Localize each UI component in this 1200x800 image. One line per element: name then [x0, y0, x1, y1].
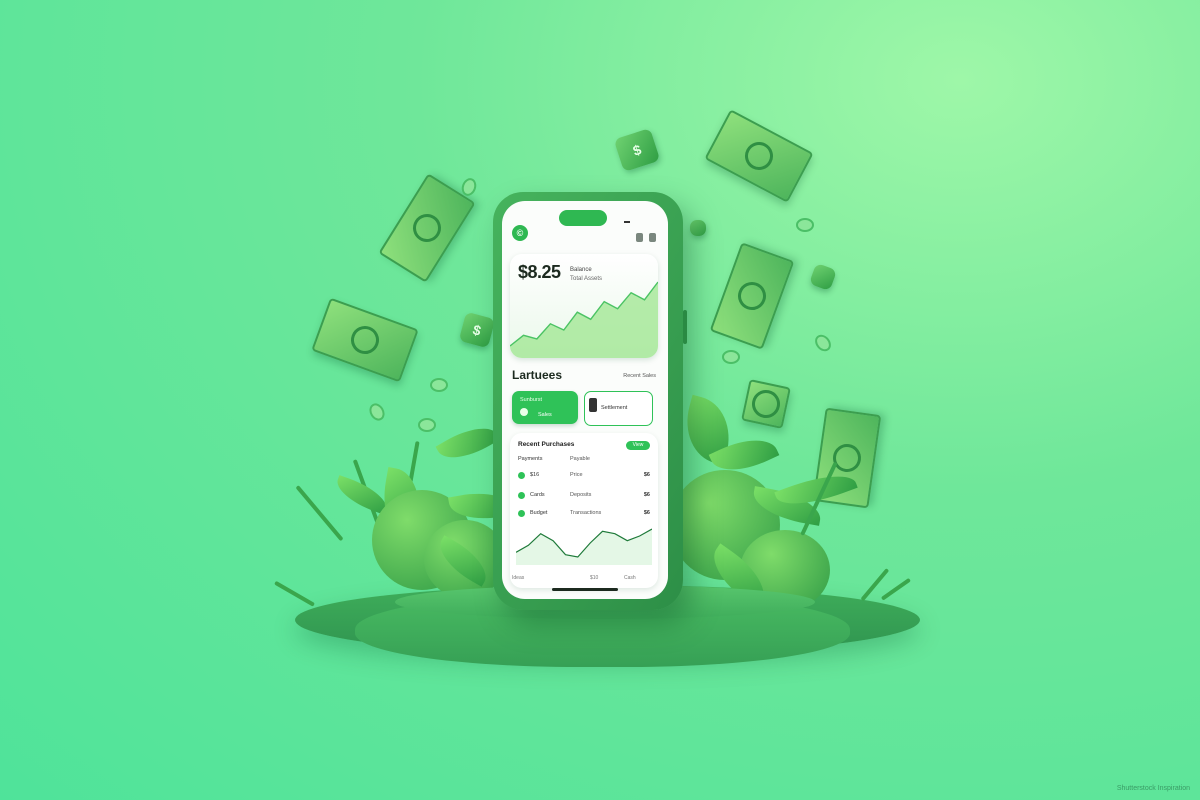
row-detail: Deposits	[570, 492, 592, 498]
coin-chip-icon	[418, 418, 436, 432]
coin-icon	[690, 220, 706, 236]
home-indicator[interactable]	[552, 588, 618, 591]
footer-right: Cash	[624, 575, 636, 581]
battery-icon	[649, 233, 656, 242]
banknote-icon	[709, 242, 795, 350]
coin-chip-icon	[366, 400, 388, 424]
leaf-icon	[520, 408, 528, 416]
notification-icon[interactable]	[636, 233, 643, 242]
status-dot-icon	[518, 472, 525, 479]
coin-icon	[808, 262, 838, 292]
section-title: Lartuees	[512, 368, 563, 382]
balance-caption: Balance	[570, 267, 592, 273]
list-item[interactable]: Budget Transactions $6	[518, 509, 650, 521]
row-detail: Transactions	[570, 510, 602, 516]
scene: $ $ © $8.25 Balance Total Assets Lartuee…	[0, 0, 1200, 800]
banknote-icon	[741, 379, 791, 429]
row-amount: $6	[643, 510, 650, 516]
list-item[interactable]: $16 Price $6	[518, 471, 650, 483]
status-dot-icon	[518, 492, 525, 499]
coin-icon: $	[458, 311, 496, 349]
row-amount: $6	[643, 472, 650, 478]
list-item[interactable]: Payments Payable	[518, 455, 650, 467]
footer-label: Ideas	[512, 575, 525, 581]
row-name: Budget	[530, 510, 548, 516]
footer-amount: $10	[590, 575, 599, 581]
row-amount: $6	[643, 492, 650, 498]
list-item[interactable]: Cards Deposits $6	[518, 491, 650, 503]
row-name: Payments	[518, 456, 543, 462]
balance-card[interactable]: $8.25 Balance Total Assets	[510, 254, 658, 358]
primary-action-button[interactable]: Sunburst Sales	[512, 391, 578, 424]
coin-chip-icon	[722, 350, 740, 364]
trend-line-chart	[516, 528, 652, 565]
view-all-button[interactable]: View	[626, 441, 650, 450]
header-actions	[636, 233, 656, 242]
document-icon	[589, 398, 597, 412]
coin-chip-icon	[796, 218, 814, 232]
grass-blade	[295, 485, 344, 542]
grass-blade	[880, 577, 911, 601]
balance-amount: $8.25	[518, 262, 561, 282]
leaf	[435, 416, 501, 470]
row-name: $16	[530, 472, 540, 478]
phone-side-button	[683, 310, 687, 344]
coin-chip-icon	[430, 378, 448, 392]
banknote-icon	[704, 109, 814, 203]
secondary-action-label: Settlement	[601, 405, 628, 411]
status-dot-icon	[518, 510, 525, 517]
app-logo-icon[interactable]: ©	[512, 225, 528, 241]
watermark: Shutterstock Inspiration	[1116, 785, 1190, 792]
coin-icon: $	[613, 127, 661, 173]
banknote-icon	[311, 297, 419, 383]
row-name: Cards	[530, 492, 545, 498]
dynamic-island	[559, 210, 607, 226]
row-detail: Payable	[570, 456, 590, 462]
section-link[interactable]: Recent Sales	[623, 373, 656, 379]
grass-blade	[274, 580, 315, 607]
row-detail: Price	[570, 472, 583, 478]
transactions-card: Recent Purchases View Payments Payable $…	[510, 433, 658, 588]
transactions-title: Recent Purchases	[518, 441, 575, 448]
status-indicator	[624, 221, 630, 223]
phone-screen: © $8.25 Balance Total Assets Lartuees Re…	[502, 201, 668, 599]
phone-device: © $8.25 Balance Total Assets Lartuees Re…	[493, 192, 687, 610]
secondary-action-button[interactable]: Settlement	[584, 391, 653, 426]
balance-subtitle: Total Assets	[570, 276, 603, 282]
primary-action-label: Sales	[538, 412, 552, 418]
primary-action-title: Sunburst	[520, 397, 543, 403]
coin-chip-icon	[811, 331, 835, 355]
